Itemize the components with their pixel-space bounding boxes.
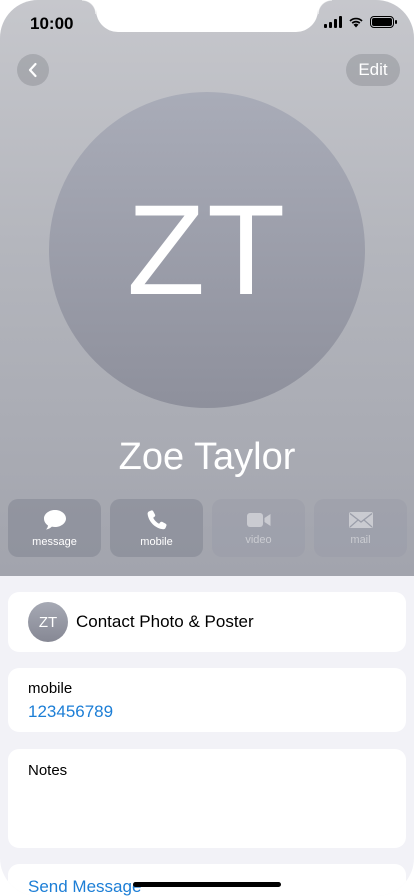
video-camera-icon <box>246 512 270 527</box>
device-notch <box>82 0 332 32</box>
mail-action-label: mail <box>350 533 371 546</box>
edit-button[interactable]: Edit <box>346 54 400 86</box>
mail-action-button[interactable]: mail <box>314 499 407 557</box>
phone-icon <box>147 509 167 529</box>
contact-name: Zoe Taylor <box>118 436 296 478</box>
send-message-button[interactable]: Send Message <box>28 877 141 896</box>
message-action-label: message <box>32 535 77 548</box>
contact-photo-poster-row[interactable]: ZT Contact Photo & Poster <box>8 592 406 652</box>
video-action-button[interactable]: video <box>212 499 305 557</box>
battery-icon <box>370 16 397 28</box>
avatar: ZT <box>28 602 68 642</box>
status-icons <box>324 16 397 28</box>
contact-detail-screen: 10:00 Edit ZT Zoe Taylor message mobile … <box>0 0 414 896</box>
video-action-label: video <box>245 533 272 546</box>
chevron-left-icon <box>28 62 37 78</box>
wifi-icon <box>349 17 363 28</box>
phone-number-card: mobile 123456789 <box>8 668 406 732</box>
call-action-label: mobile <box>140 535 173 548</box>
home-indicator[interactable] <box>133 882 281 887</box>
contact-photo-poster-label: Contact Photo & Poster <box>76 612 254 631</box>
status-time: 10:00 <box>30 14 74 33</box>
send-message-card: Send Message <box>8 864 406 896</box>
contact-avatar: ZT <box>49 92 365 408</box>
notes-label: Notes <box>28 762 68 779</box>
phone-type-label: mobile <box>28 680 73 697</box>
call-action-button[interactable]: mobile <box>110 499 203 557</box>
cellular-signal-icon <box>324 16 342 28</box>
quick-actions: message mobile video mail <box>8 499 407 557</box>
notes-card[interactable]: Notes <box>8 749 406 848</box>
back-button[interactable] <box>17 54 49 86</box>
phone-number-link[interactable]: 123456789 <box>28 702 113 722</box>
message-action-button[interactable]: message <box>8 499 101 557</box>
mail-envelope-icon <box>348 511 373 528</box>
message-bubble-icon <box>43 509 66 529</box>
